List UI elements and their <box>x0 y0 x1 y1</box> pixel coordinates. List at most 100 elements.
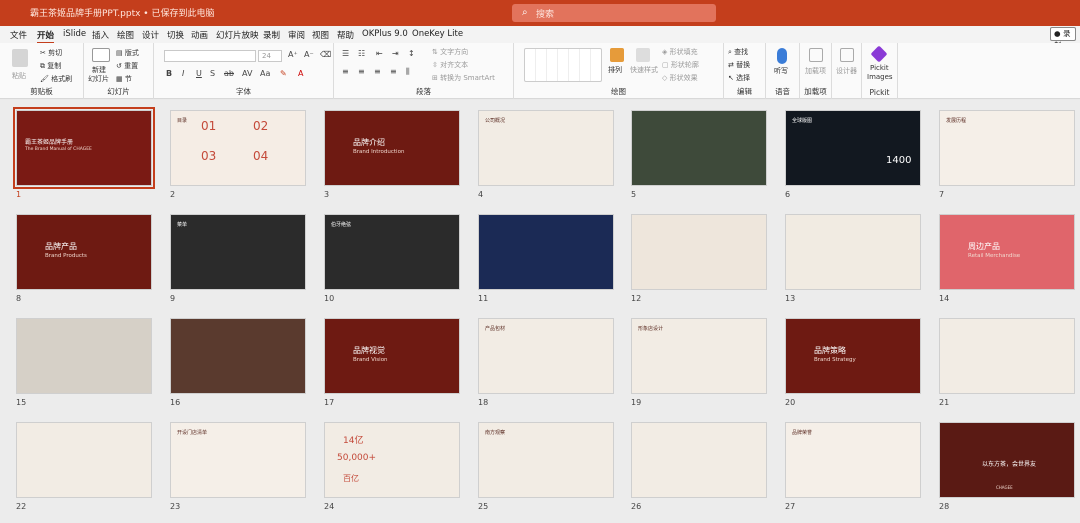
shape-outline-button[interactable]: ▢ 形状轮廓 <box>662 60 699 70</box>
slide-thumbnail[interactable]: 形象店设计 <box>631 318 767 394</box>
arrange-button[interactable]: 排列 <box>608 65 622 75</box>
slide-thumbnail[interactable]: 菜单 <box>170 214 306 290</box>
tab-1[interactable]: 开始 <box>37 29 55 44</box>
align-left-icon[interactable]: ≡ <box>342 67 349 76</box>
bold-icon[interactable]: B <box>166 69 172 78</box>
bullets-icon[interactable]: ☰ <box>342 49 349 58</box>
columns-icon[interactable]: ⫼ <box>406 67 410 77</box>
slide-thumbnail[interactable] <box>16 318 152 394</box>
increase-font-icon[interactable]: A⁺ <box>288 50 298 59</box>
slide-title: 公司概况 <box>485 118 506 124</box>
slide-number: 23 <box>170 502 181 511</box>
tab-11[interactable]: 视图 <box>312 29 329 41</box>
cut-button[interactable]: ✂ 剪切 <box>40 48 62 58</box>
tab-13[interactable]: OKPlus 9.0 <box>362 29 408 39</box>
tab-9[interactable]: 录制 <box>263 29 280 41</box>
section-button[interactable]: ▦ 节 <box>116 74 132 84</box>
slide-thumbnail[interactable]: 公司概况 <box>478 110 614 186</box>
slide-thumbnail[interactable] <box>631 422 767 498</box>
tab-2[interactable]: iSlide <box>63 29 86 39</box>
tab-8[interactable]: 幻灯片放映 <box>216 29 259 41</box>
copy-label: 复制 <box>47 62 62 70</box>
numbering-icon[interactable]: ☷ <box>358 49 365 58</box>
align-center-icon[interactable]: ≡ <box>358 67 365 76</box>
quick-styles-button[interactable]: 快速样式 <box>630 65 658 75</box>
slide-number: 8 <box>16 294 22 303</box>
italic-icon[interactable]: I <box>182 69 184 78</box>
slide-thumbnail[interactable]: 目录 01 02 03 04 <box>170 110 306 186</box>
find-button[interactable]: ⌕ 查找 <box>728 47 748 57</box>
slide-thumbnail[interactable]: 霸王茶姬品牌手册 The Brand Manual of CHAGEE <box>13 107 155 189</box>
paste-button[interactable]: 粘贴 <box>12 71 26 81</box>
drawing-group-label: 绘图 <box>611 87 626 96</box>
spacing-icon[interactable]: AV <box>242 69 252 78</box>
slide-thumbnail[interactable]: 产品包材 <box>478 318 614 394</box>
shape-fill-button[interactable]: ◈ 形状填充 <box>662 47 698 57</box>
underline-icon[interactable]: U <box>196 69 202 78</box>
addins-button[interactable]: 加载项 <box>805 66 826 76</box>
tab-10[interactable]: 审阅 <box>288 29 305 41</box>
format-painter-button[interactable]: 🖌 格式刷 <box>40 74 72 84</box>
highlight-icon[interactable]: ✎ <box>280 69 287 78</box>
slide-thumbnail[interactable]: 开设门店清单 <box>170 422 306 498</box>
pickit-label-2[interactable]: Images <box>867 73 893 81</box>
smartart-button[interactable]: ⊞ 转换为 SmartArt <box>432 73 495 83</box>
tab-0[interactable]: 文件 <box>10 29 27 41</box>
slide-thumbnail[interactable]: 以东方茶，会世界友 CHAGEE <box>939 422 1075 498</box>
dictate-button[interactable]: 听写 <box>774 66 788 76</box>
font-color-icon[interactable]: A <box>298 69 303 78</box>
slide-thumbnail[interactable]: 品牌介绍 Brand Introduction <box>324 110 460 186</box>
replace-button[interactable]: ⇄ 替换 <box>728 60 750 70</box>
slide-thumbnail[interactable] <box>631 214 767 290</box>
slide-thumbnail[interactable]: 品牌荣誉 <box>785 422 921 498</box>
shapes-gallery[interactable] <box>524 48 602 82</box>
align-text-button[interactable]: ⇳ 对齐文本 <box>432 60 468 70</box>
decrease-font-icon[interactable]: A⁻ <box>304 50 314 59</box>
tab-3[interactable]: 插入 <box>92 29 109 41</box>
tab-6[interactable]: 切换 <box>167 29 184 41</box>
slide-thumbnail[interactable]: 全球版图 1400 <box>785 110 921 186</box>
clear-format-icon[interactable]: ⌫ <box>320 50 331 59</box>
select-button[interactable]: ↖ 选择 <box>728 73 750 83</box>
slide-thumbnail[interactable] <box>939 318 1075 394</box>
layout-button[interactable]: ▤ 版式 <box>116 48 139 58</box>
line-spacing-icon[interactable]: ↕ <box>408 49 415 58</box>
slide-thumbnail[interactable]: 发展历程 <box>939 110 1075 186</box>
align-right-icon[interactable]: ≡ <box>374 67 381 76</box>
slide-thumbnail[interactable] <box>16 422 152 498</box>
reset-button[interactable]: ↺ 重置 <box>116 61 138 71</box>
slide-thumbnail[interactable]: 品牌策略 Brand Strategy <box>785 318 921 394</box>
slide-thumbnail[interactable]: 14亿 50,000+ 百亿 <box>324 422 460 498</box>
slide-number: 28 <box>939 502 950 511</box>
slide-thumbnail[interactable]: 品牌产品 Brand Products <box>16 214 152 290</box>
pickit-label-1[interactable]: Pickit <box>870 64 889 72</box>
record-button[interactable]: ● 录制 <box>1050 27 1076 50</box>
slide-thumbnail[interactable] <box>170 318 306 394</box>
tab-5[interactable]: 设计 <box>142 29 159 41</box>
tab-4[interactable]: 绘图 <box>117 29 134 41</box>
strikethrough-icon[interactable]: ab <box>224 69 234 78</box>
justify-icon[interactable]: ≡ <box>390 67 397 76</box>
slide-thumbnail[interactable]: 周边产品 Retail Merchandise <box>939 214 1075 290</box>
tab-14[interactable]: OneKey Lite <box>412 29 463 39</box>
case-icon[interactable]: Aa <box>260 69 270 78</box>
search-box[interactable]: ⌕ 搜索 <box>512 4 716 22</box>
slide-thumbnail[interactable]: 品牌视觉 Brand Vision <box>324 318 460 394</box>
slide-thumbnail[interactable] <box>785 214 921 290</box>
outdent-icon[interactable]: ⇥ <box>392 49 399 58</box>
indent-icon[interactable]: ⇤ <box>376 49 383 58</box>
tab-12[interactable]: 帮助 <box>337 29 354 41</box>
shadow-icon[interactable]: S <box>210 69 215 78</box>
font-name-combo[interactable] <box>164 50 256 62</box>
copy-button[interactable]: ⧉ 复制 <box>40 61 61 71</box>
designer-button[interactable]: 设计器 <box>836 66 857 76</box>
drawing-group: 排列 快速样式 ◈ 形状填充 ▢ 形状轮廓 ◇ 形状效果 绘图 <box>514 43 724 99</box>
font-size-combo[interactable]: 24 <box>258 50 282 62</box>
slide-thumbnail[interactable]: 伯牙绝弦 <box>324 214 460 290</box>
slide-thumbnail[interactable] <box>631 110 767 186</box>
text-direction-button[interactable]: ⇅ 文字方向 <box>432 47 468 57</box>
slide-thumbnail[interactable]: 南方观察 <box>478 422 614 498</box>
slide-thumbnail[interactable] <box>478 214 614 290</box>
tab-7[interactable]: 动画 <box>191 29 208 41</box>
shape-effects-button[interactable]: ◇ 形状效果 <box>662 73 698 83</box>
